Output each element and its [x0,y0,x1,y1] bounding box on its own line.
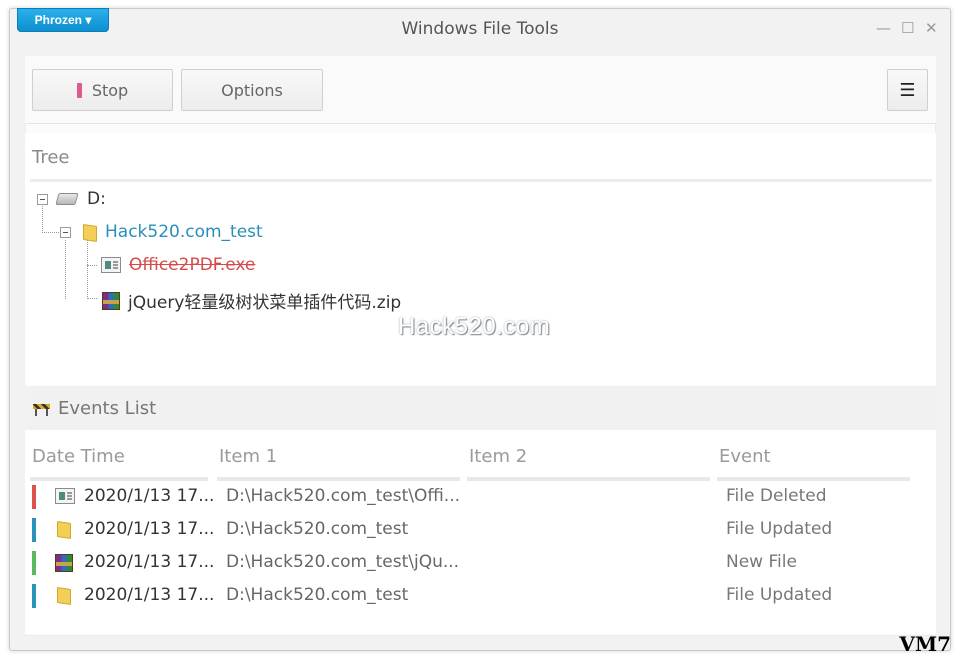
tree-node-label: Office2PDF.exe [129,255,256,275]
cell-item-1: D:\Hack520.com_test [226,585,409,605]
status-indicator [32,584,36,608]
events-header [25,386,936,430]
collapse-icon[interactable] [60,226,71,238]
column-separator [467,477,710,481]
cell-date-time: 2020/1/13 17... [84,552,215,572]
table-row[interactable]: 2020/1/13 17... D:\Hack520.com_test\jQu.… [32,549,912,579]
table-row[interactable]: 2020/1/13 17... D:\Hack520.com_test File… [32,582,912,612]
close-button[interactable]: ✕ [925,18,938,38]
tree-node-label: D: [87,189,106,209]
tree-title-separator [30,179,932,182]
tree-node-deleted-file[interactable]: Office2PDF.exe [101,255,255,275]
status-indicator [32,551,36,575]
table-row[interactable]: 2020/1/13 17... D:\Hack520.com_test\Offi… [32,483,912,513]
hamburger-menu-button[interactable]: ☰ [887,69,928,111]
tree-title: Tree [32,147,70,168]
events-title: Events List [33,398,156,419]
cell-date-time: 2020/1/13 17... [84,486,215,506]
hamburger-icon: ☰ [899,79,916,101]
stop-button-label: Stop [91,80,129,100]
tree-node-label: jQuery轻量级树状菜单插件代码.zip [128,293,402,313]
status-indicator [32,518,36,542]
column-separator [717,477,910,481]
cell-date-time: 2020/1/13 17... [84,519,215,539]
column-header-item-1[interactable]: Item 1 [219,446,277,467]
cell-event: New File [726,552,797,572]
cell-item-1: D:\Hack520.com_test\Offi... [226,486,460,506]
tree-node-zip-file[interactable]: jQuery轻量级树状菜单插件代码.zip [102,288,401,313]
events-title-label: Events List [58,398,157,419]
column-header-event[interactable]: Event [719,446,771,467]
tree-node-folder[interactable]: Hack520.com_test [60,222,263,242]
drive-icon [55,193,79,205]
zip-icon [102,291,120,310]
maximize-button[interactable]: ☐ [901,18,914,38]
column-separator [217,477,460,481]
tree-node-drive[interactable]: D: [37,189,106,209]
brand-menu-button[interactable]: Phrozen ▾ [17,8,109,32]
minimize-button[interactable]: — [876,18,891,38]
cell-event: File Deleted [726,486,827,506]
cell-item-1: D:\Hack520.com_test [226,519,409,539]
tree-connector [87,265,97,266]
tree-connector [42,206,43,233]
column-header-date-time[interactable]: Date Time [32,446,125,467]
stop-icon [76,82,82,98]
tree-node-label: Hack520.com_test [105,222,263,242]
status-indicator [32,485,36,509]
tree-connector [87,240,88,299]
column-header-item-2[interactable]: Item 2 [469,446,527,467]
collapse-icon[interactable] [37,193,48,205]
cell-event: File Updated [726,519,833,539]
tree-connector [42,232,59,233]
exe-icon [55,488,75,504]
window-title: Windows File Tools [401,19,559,39]
tree-connector [87,298,97,299]
options-button-label: Options [221,80,283,100]
cell-event: File Updated [726,585,833,605]
folder-icon [55,587,71,603]
corner-tag: VM7 [899,632,951,656]
stop-button[interactable]: Stop [32,69,173,111]
table-row[interactable]: 2020/1/13 17... D:\Hack520.com_test File… [32,516,912,546]
folder-icon [81,224,97,240]
column-separator [30,477,208,481]
cell-date-time: 2020/1/13 17... [84,585,215,605]
exe-icon [101,257,121,273]
barrier-icon [33,402,50,416]
tree-connector [65,240,66,299]
watermark-text: Hack520.com [398,313,551,340]
folder-icon [55,521,71,537]
options-button[interactable]: Options [181,69,323,111]
cell-item-1: D:\Hack520.com_test\jQu... [226,552,460,572]
zip-icon [55,554,73,572]
